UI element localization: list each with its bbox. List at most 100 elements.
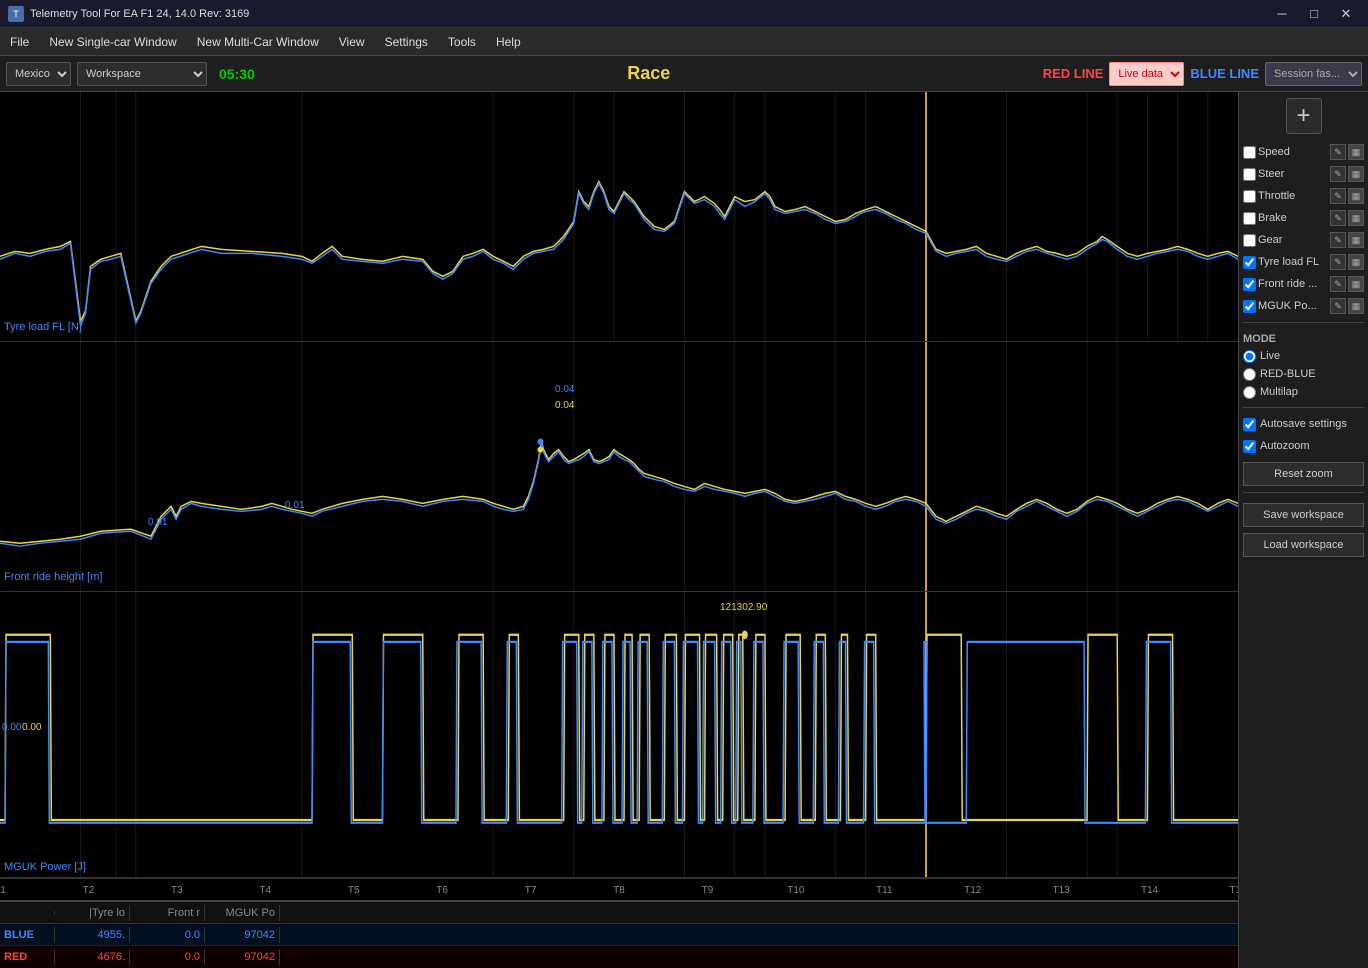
channel-brake-color[interactable]: ▦ [1348,210,1364,226]
session-fastest-select[interactable]: Session fas... [1265,62,1362,86]
minimize-button[interactable]: ─ [1268,4,1296,24]
menu-item-help[interactable]: Help [486,31,531,53]
table-red-mguk: 97042 [205,949,280,965]
channel-tyre-label: Tyre load FL [1258,256,1328,268]
x-tick-t9: T9 [702,885,714,896]
channel-speed-color[interactable]: ▦ [1348,144,1364,160]
channel-steer-label: Steer [1258,168,1328,180]
menu-item-tools[interactable]: Tools [438,31,486,53]
channel-gear-row: Gear ✎ ▦ [1243,230,1364,250]
channel-throttle-label: Throttle [1258,190,1328,202]
close-button[interactable]: ✕ [1332,4,1360,24]
table-red-front: 0.0 [130,949,205,965]
channel-steer-edit[interactable]: ✎ [1330,166,1346,182]
menu-item-new-multi-car-window[interactable]: New Multi-Car Window [187,31,329,53]
table-header-front: Front r [130,905,205,921]
x-tick-t15: T15 [1229,885,1238,896]
titlebar-left: T Telemetry Tool For EA F1 24, 14.0 Rev:… [8,6,249,22]
channel-mguk-checkbox[interactable] [1243,300,1256,313]
channel-speed-edit[interactable]: ✎ [1330,144,1346,160]
channel-tyre-checkbox[interactable] [1243,256,1256,269]
tyre-load-chart-panel[interactable]: Tyre load FL [N] [0,92,1238,342]
mguk-chart-panel[interactable]: 121302.90 0.00 0.00 MGUK Power [J] [0,592,1238,878]
sidebar-divider-3 [1243,492,1364,493]
x-tick-t5: T5 [348,885,360,896]
table-header-row: |Tyre lo Front r MGUK Po [0,902,1238,924]
channel-gear-color[interactable]: ▦ [1348,232,1364,248]
channel-tyre-edit[interactable]: ✎ [1330,254,1346,270]
channel-gear-label: Gear [1258,234,1328,246]
reset-zoom-button[interactable]: Reset zoom [1243,462,1364,486]
blue-line-label: BLUE LINE [1190,66,1259,81]
mode-multilap-radio[interactable] [1243,386,1256,399]
channel-speed-label: Speed [1258,146,1328,158]
channel-brake-row: Brake ✎ ▦ [1243,208,1364,228]
autozoom-checkbox[interactable] [1243,440,1256,453]
track-select[interactable]: Mexico [6,62,71,86]
channel-front-edit[interactable]: ✎ [1330,276,1346,292]
x-tick-t12: T12 [964,885,981,896]
channel-brake-edit[interactable]: ✎ [1330,210,1346,226]
menu-item-settings[interactable]: Settings [375,31,438,53]
titlebar: T Telemetry Tool For EA F1 24, 14.0 Rev:… [0,0,1368,28]
live-data-select[interactable]: Live data [1109,62,1184,86]
menubar: FileNew Single-car WindowNew Multi-Car W… [0,28,1368,56]
mode-live-radio[interactable] [1243,350,1256,363]
x-tick-t1: T1 [0,885,6,896]
table-blue-front: 0.0 [130,927,205,943]
save-workspace-button[interactable]: Save workspace [1243,503,1364,527]
channel-steer-checkbox[interactable] [1243,168,1256,181]
table-row-blue: BLUE 4955. 0.0 97042 [0,924,1238,946]
sidebar-divider-1 [1243,322,1364,323]
x-tick-t13: T13 [1053,885,1070,896]
channel-gear-checkbox[interactable] [1243,234,1256,247]
table-red-label: RED [0,949,55,965]
mguk-chart [0,592,1238,877]
autosave-checkbox[interactable] [1243,418,1256,431]
channel-speed-checkbox[interactable] [1243,146,1256,159]
workspace-select[interactable]: Workspace [77,62,207,86]
annotation-0-04-yellow: 0.04 [555,400,574,411]
tyre-load-chart [0,92,1238,341]
channel-throttle-edit[interactable]: ✎ [1330,188,1346,204]
mode-multilap-label: Multilap [1260,386,1298,398]
channel-steer-color[interactable]: ▦ [1348,166,1364,182]
channel-throttle-color[interactable]: ▦ [1348,188,1364,204]
x-tick-t3: T3 [171,885,183,896]
mode-redblue-radio[interactable] [1243,368,1256,381]
mguk-annotation: 121302.90 [720,602,767,613]
maximize-button[interactable]: □ [1300,4,1328,24]
menu-item-view[interactable]: View [329,31,375,53]
toolbar: Mexico Workspace 05:30 Race RED LINE Liv… [0,56,1368,92]
load-workspace-button[interactable]: Load workspace [1243,533,1364,557]
session-title: Race [261,63,1037,84]
channel-front-checkbox[interactable] [1243,278,1256,291]
channel-front-color[interactable]: ▦ [1348,276,1364,292]
add-channel-button[interactable]: + [1286,98,1322,134]
autosave-label: Autosave settings [1260,418,1347,430]
mode-live-label: Live [1260,350,1280,362]
channel-brake-checkbox[interactable] [1243,212,1256,225]
mguk-zero-yellow: 0.00 [22,722,41,733]
chart-area: Tyre load FL [N] [0,92,1238,968]
x-tick-t11: T11 [876,885,893,896]
menu-item-new-single-car-window[interactable]: New Single-car Window [39,31,186,53]
x-tick-t10: T10 [787,885,804,896]
mode-label: MODE [1243,333,1364,345]
channel-mguk-edit[interactable]: ✎ [1330,298,1346,314]
channel-front-label: Front ride ... [1258,278,1328,290]
channel-gear-edit[interactable]: ✎ [1330,232,1346,248]
table-header-label [0,911,55,915]
tyre-load-label: Tyre load FL [N] [4,321,82,333]
front-ride-chart-panel[interactable]: 0.04 0.04 0.01 0.01 Front ride height [m… [0,342,1238,592]
channel-throttle-checkbox[interactable] [1243,190,1256,203]
menu-item-file[interactable]: File [0,31,39,53]
channel-throttle-row: Throttle ✎ ▦ [1243,186,1364,206]
channel-tyre-color[interactable]: ▦ [1348,254,1364,270]
channel-brake-label: Brake [1258,212,1328,224]
table-header-mguk: MGUK Po [205,905,280,921]
channel-speed-row: Speed ✎ ▦ [1243,142,1364,162]
channel-mguk-color[interactable]: ▦ [1348,298,1364,314]
table-header-tyre: |Tyre lo [55,905,130,921]
channel-mguk-label: MGUK Po... [1258,300,1328,312]
